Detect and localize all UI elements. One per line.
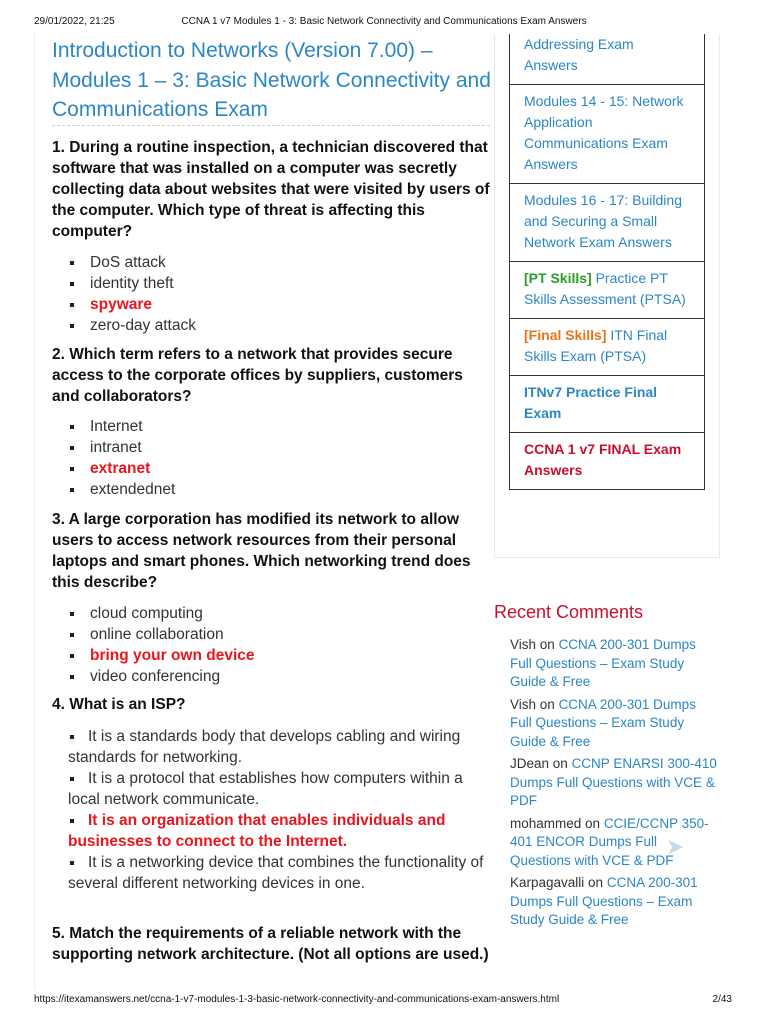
sidebar-link-addressing[interactable]: Addressing Exam Answers: [510, 34, 704, 84]
option: identity theft: [52, 273, 492, 294]
print-url: https://itexamanswers.net/ccna-1-v7-modu…: [34, 994, 560, 1005]
scroll-arrow-icon: ➤: [666, 834, 685, 859]
sidebar-link-final-exam[interactable]: CCNA 1 v7 FINAL Exam Answers: [510, 432, 704, 489]
option: DoS attack: [52, 252, 492, 273]
on-word: on: [549, 756, 572, 771]
question-3: 3. A large corporation has modified its …: [52, 511, 471, 591]
sidebar-menu: Addressing Exam Answers Modules 14 - 15:…: [509, 34, 705, 490]
comment-item: Karpagavalli on CCNA 200-301 Dumps Full …: [510, 874, 720, 930]
title-divider: [52, 125, 490, 126]
comment-author: JDean: [510, 756, 550, 771]
comment-item: Vish on CCNA 200-301 Dumps Full Question…: [510, 636, 720, 692]
question-2: 2. Which term refers to a network that p…: [52, 346, 463, 405]
comment-author: Karpagavalli: [510, 875, 585, 890]
print-doc-title: CCNA 1 v7 Modules 1 - 3: Basic Network C…: [181, 16, 587, 27]
question-3-options: cloud computing online collaboration bri…: [52, 603, 492, 687]
comment-author: Vish: [510, 637, 537, 652]
page-number: 2/43: [712, 994, 732, 1005]
comment-item: JDean on CCNP ENARSI 300-410 Dumps Full …: [510, 755, 720, 811]
on-word: on: [581, 815, 604, 831]
sidebar-link-practice-final[interactable]: ITNv7 Practice Final Exam: [510, 375, 704, 432]
option: It is a standards body that develops cab…: [52, 726, 492, 768]
sidebar-link-pt-skills[interactable]: [PT Skills] Practice PT Skills Assessmen…: [510, 261, 704, 318]
question-4: 4. What is an ISP?: [52, 696, 186, 713]
option: zero-day attack: [52, 315, 492, 336]
recent-comments-heading: Recent Comments: [494, 602, 644, 622]
on-word: on: [584, 875, 607, 890]
article-title: Introduction to Networks (Version 7.00) …: [52, 39, 491, 121]
option: intranet: [52, 437, 492, 458]
question-4-options: It is a standards body that develops cab…: [52, 726, 492, 894]
comment-item: mohammed on CCIE/CCNP 350-401 ENCOR Dump…: [510, 815, 720, 871]
sidebar-link-modules-16-17[interactable]: Modules 16 - 17: Building and Securing a…: [510, 183, 704, 261]
on-word: on: [536, 696, 559, 712]
on-word: on: [536, 637, 559, 652]
option: video conferencing: [52, 666, 492, 687]
question-5: 5. Match the requirements of a reliable …: [52, 925, 489, 963]
option: cloud computing: [52, 603, 492, 624]
recent-comments-list: Vish on CCNA 200-301 Dumps Full Question…: [510, 636, 720, 934]
option-correct: extranet: [52, 458, 492, 479]
question-2-options: Internet intranet extranet extendednet: [52, 416, 492, 500]
sidebar-link-label[interactable]: Modules 16 - 17: Building and Securing a…: [524, 192, 682, 250]
option-correct: bring your own device: [52, 645, 492, 666]
question-1: 1. During a routine inspection, a techni…: [52, 139, 490, 240]
option-correct: It is an organization that enables indiv…: [52, 810, 492, 852]
sidebar-link-label[interactable]: CCNA 1 v7 FINAL Exam Answers: [524, 441, 681, 478]
print-header: 29/01/2022, 21:25 CCNA 1 v7 Modules 1 - …: [0, 16, 768, 30]
sidebar-link-label[interactable]: Modules 14 - 15: Network Application Com…: [524, 93, 684, 172]
option: extendednet: [52, 479, 492, 500]
comment-author: mohammed: [510, 815, 582, 831]
comment-item: Vish on CCNA 200-301 Dumps Full Question…: [510, 696, 720, 752]
pt-skills-tag[interactable]: [PT Skills]: [524, 270, 592, 286]
sidebar-link-final-skills[interactable]: [Final Skills] ITN Final Skills Exam (PT…: [510, 318, 704, 375]
print-footer: https://itexamanswers.net/ccna-1-v7-modu…: [0, 994, 768, 1008]
option: It is a networking device that combines …: [52, 852, 492, 894]
option-correct: spyware: [52, 294, 492, 315]
option: online collaboration: [52, 624, 492, 645]
option: It is a protocol that establishes how co…: [52, 768, 492, 810]
sidebar-link-label[interactable]: ITNv7 Practice Final Exam: [524, 384, 657, 421]
sidebar-link-label[interactable]: Addressing Exam Answers: [524, 36, 634, 73]
option: Internet: [52, 416, 492, 437]
final-skills-tag[interactable]: [Final Skills]: [524, 327, 606, 343]
sidebar-link-modules-14-15[interactable]: Modules 14 - 15: Network Application Com…: [510, 84, 704, 183]
comment-author: Vish: [510, 696, 537, 712]
question-1-options: DoS attack identity theft spyware zero-d…: [52, 252, 492, 336]
